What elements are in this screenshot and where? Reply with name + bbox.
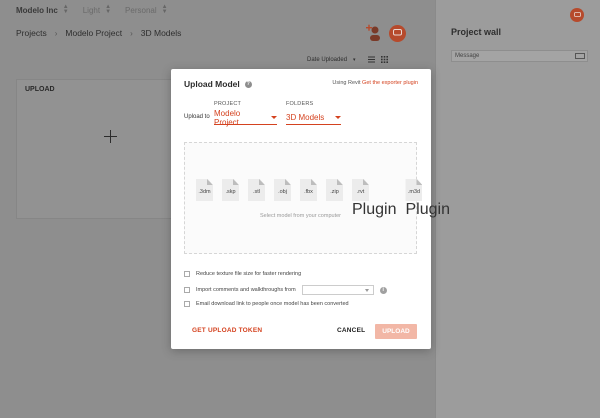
file-icon: .skp xyxy=(222,179,239,201)
help-icon[interactable]: ? xyxy=(244,80,252,88)
email-link-label: Email download link to people once model… xyxy=(196,301,349,307)
folders-label: FOLDERS xyxy=(286,101,314,107)
file-icon: .fbx xyxy=(300,179,317,201)
plus-icon[interactable] xyxy=(104,130,118,144)
revit-hint: Using Revit Get the exporter plugin xyxy=(332,80,418,86)
import-comments-checkbox[interactable] xyxy=(184,287,190,293)
add-user-icon[interactable] xyxy=(365,24,383,42)
email-link-checkbox[interactable] xyxy=(184,301,190,307)
project-label: PROJECT xyxy=(214,101,242,107)
updown-icon: ▲ ▼ xyxy=(161,4,168,15)
chevron-right-icon: › xyxy=(54,28,58,38)
breadcrumb-current: 3D Models xyxy=(140,28,182,38)
get-upload-token-button[interactable]: GET UPLOAD TOKEN xyxy=(192,327,262,334)
dialog-title-text: Upload Model xyxy=(184,79,240,89)
file-extension: .stl xyxy=(252,189,261,195)
sidebar-title: Project wall xyxy=(451,27,502,37)
file-extension: .rvt xyxy=(356,189,365,195)
upload-button[interactable]: UPLOAD xyxy=(375,324,417,339)
file-icon: .m3d xyxy=(405,179,423,201)
upload-to-label: Upload to xyxy=(184,114,210,120)
file-icon: .stl xyxy=(248,179,265,201)
file-icon: .zip xyxy=(326,179,343,201)
theme-name: Light xyxy=(82,5,101,15)
chat-icon[interactable] xyxy=(389,24,406,42)
org-switcher[interactable]: Modelo Inc ▲ ▼ xyxy=(16,4,69,15)
caret-down-icon xyxy=(271,116,277,119)
chevron-down-icon: ▾ xyxy=(353,56,356,63)
dialog-title: Upload Model ? xyxy=(184,79,252,89)
project-select-value: Modelo Project xyxy=(214,108,241,127)
folder-select[interactable]: 3D Models xyxy=(286,111,341,125)
upload-card[interactable]: UPLOAD xyxy=(16,79,176,219)
file-extension: .fbx xyxy=(304,189,313,195)
revit-prefix: Using Revit xyxy=(332,80,361,86)
file-extension: .skp xyxy=(225,189,236,195)
import-source-select[interactable] xyxy=(301,285,374,295)
grid-view-icon[interactable] xyxy=(380,56,388,63)
message-input[interactable]: Message xyxy=(451,50,588,62)
chevron-right-icon: › xyxy=(130,28,133,38)
breadcrumb-project[interactable]: Modelo Project xyxy=(65,28,122,38)
list-view-icon[interactable] xyxy=(367,56,375,63)
email-link-option: Email download link to people once model… xyxy=(184,301,349,307)
workspace-switcher[interactable]: Personal ▲ ▼ xyxy=(125,4,168,15)
sort-dropdown[interactable]: Date Uploaded xyxy=(307,57,347,63)
file-extension: .3dm xyxy=(198,189,211,195)
cancel-button[interactable]: CANCEL xyxy=(337,327,365,334)
file-icon: .3dm xyxy=(196,179,213,201)
workspace-name: Personal xyxy=(125,5,157,15)
caret-down-icon xyxy=(335,116,341,119)
chat-icon[interactable] xyxy=(570,8,584,22)
keyboard-icon[interactable] xyxy=(575,53,585,59)
updown-icon: ▲ ▼ xyxy=(62,4,69,15)
file-dropzone[interactable]: .3dm .skp .stl .obj .fbx .zip .rvt Plugin .m3d Pl… xyxy=(184,142,450,254)
file-extension: .obj xyxy=(278,189,287,195)
reduce-texture-option: Reduce texture file size for faster rend… xyxy=(184,271,301,277)
updown-icon: ▲ ▼ xyxy=(105,4,112,15)
file-icon: .obj xyxy=(274,179,291,201)
theme-switcher[interactable]: Light ▲ ▼ xyxy=(82,4,112,15)
info-icon[interactable]: i xyxy=(379,286,387,294)
folder-select-value: 3D Models xyxy=(286,113,325,122)
project-select[interactable]: Modelo Project xyxy=(214,108,277,127)
upload-model-dialog: Upload Model ? Using Revit Get the expor… xyxy=(171,69,450,349)
message-placeholder: Message xyxy=(455,53,480,59)
header-actions xyxy=(365,24,406,42)
project-wall-sidebar: Project wall Message xyxy=(435,0,600,418)
import-comments-option: Import comments and walkthroughs from i xyxy=(184,285,387,295)
exporter-plugin-link[interactable]: Get the exporter plugin xyxy=(362,80,418,86)
file-extension: .m3d xyxy=(407,189,421,195)
import-comments-label: Import comments and walkthroughs from xyxy=(196,287,296,293)
upload-card-label: UPLOAD xyxy=(25,86,55,93)
file-icon: .rvt xyxy=(352,179,369,201)
sort-bar: Date Uploaded ▾ xyxy=(307,56,388,63)
breadcrumb-projects[interactable]: Projects xyxy=(16,28,47,38)
reduce-texture-label: Reduce texture file size for faster rend… xyxy=(196,271,302,277)
reduce-texture-checkbox[interactable] xyxy=(184,271,190,277)
top-nav: Modelo Inc ▲ ▼ Light ▲ ▼ Personal ▲ ▼ xyxy=(0,0,435,20)
org-name: Modelo Inc xyxy=(16,5,58,15)
breadcrumb: Projects › Modelo Project › 3D Models xyxy=(16,28,181,38)
dropzone-hint: Select model from your computer xyxy=(259,213,341,219)
file-extension: .zip xyxy=(330,189,339,195)
